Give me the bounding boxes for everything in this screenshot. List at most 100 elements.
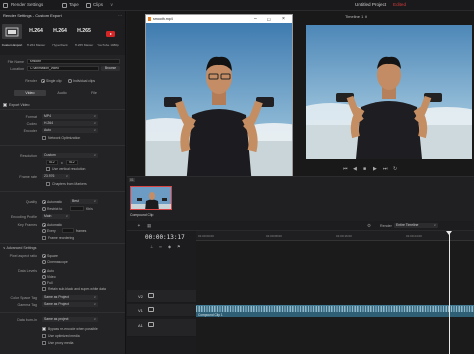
stop-icon[interactable]: ■ xyxy=(363,166,366,172)
preset-h265-master[interactable]: H.265 H.265 Master xyxy=(72,22,96,52)
render-settings-icon[interactable] xyxy=(3,3,8,8)
render-mode-label: Render xyxy=(25,79,37,83)
resolution-dropdown[interactable]: Custom xyxy=(42,153,98,158)
minimize-icon[interactable]: – xyxy=(254,16,257,22)
export-video-checkbox[interactable] xyxy=(3,103,7,107)
video-track-icon[interactable] xyxy=(148,307,154,312)
kbs-label: Kb/s xyxy=(86,207,93,211)
quality-label: Quality xyxy=(25,200,37,204)
prev-frame-icon[interactable]: ⏮ xyxy=(343,166,348,172)
program-monitor-image xyxy=(306,25,472,159)
location-field[interactable]: C:\animation_video xyxy=(27,66,99,71)
trim-icon[interactable]: ▦ xyxy=(147,223,151,229)
timeline-title[interactable]: Timeline 1 ∨ xyxy=(345,14,367,19)
timeline-clip[interactable]: Compound Clip 1 xyxy=(196,305,474,317)
flag-icon[interactable]: ⚑ xyxy=(177,244,181,249)
player-video[interactable] xyxy=(146,23,292,186)
level-full-radio[interactable] xyxy=(42,281,46,285)
render-range-dropdown[interactable]: Entire Timeline xyxy=(394,223,438,228)
timeline-body[interactable] xyxy=(196,241,474,354)
single-clip-radio[interactable] xyxy=(41,79,45,83)
resolution-height-field[interactable]: 512 xyxy=(66,160,78,165)
tab-tape[interactable]: Tape xyxy=(69,2,79,7)
preset-hyperdeck[interactable]: H.264 HyperDeck xyxy=(48,22,72,52)
quality-restrict-radio[interactable] xyxy=(42,207,46,211)
retain-sub-black-checkbox[interactable] xyxy=(42,287,46,291)
play-icon[interactable]: ▶ xyxy=(373,166,377,172)
key-frames-auto-label: Automatic xyxy=(47,223,63,227)
preset-label: Custom Export xyxy=(1,43,23,47)
project-title: Untitled Project xyxy=(355,2,387,7)
advanced-settings-header[interactable]: ∨ Advanced Settings xyxy=(3,246,36,250)
pixel-aspect-label: Pixel aspect ratio xyxy=(9,254,37,258)
preset-youtube[interactable]: YouTube 1080p xyxy=(96,22,120,52)
clips-icon[interactable] xyxy=(86,3,91,8)
pixel-cinemascope-radio[interactable] xyxy=(42,260,46,264)
bypass-reencode-checkbox[interactable] xyxy=(42,327,46,331)
vertical-resolution-checkbox[interactable] xyxy=(46,167,50,171)
frame-rate-dropdown[interactable]: 23.976 xyxy=(42,174,70,179)
chapters-checkbox[interactable] xyxy=(46,182,50,186)
gamma-dropdown[interactable]: Same as Project xyxy=(42,302,98,307)
ruler-tick: 01:00:16:00 xyxy=(336,234,352,238)
tab-audio[interactable]: Audio xyxy=(46,90,78,96)
track-header-v1[interactable]: V1 xyxy=(127,304,196,317)
clip-thumbnail[interactable] xyxy=(130,186,172,210)
data-burn-dropdown[interactable]: Same as project xyxy=(42,317,98,322)
network-optimization-checkbox[interactable] xyxy=(42,136,46,140)
marker-icon[interactable]: ◆ xyxy=(168,244,171,249)
snap-icon[interactable]: ⊥ xyxy=(150,244,153,249)
link-icon[interactable]: ∞ xyxy=(159,244,162,249)
data-burn-label: Data burn-in xyxy=(17,318,37,322)
clips-chevron-icon[interactable]: ∨ xyxy=(110,2,113,8)
track-header-v2[interactable]: V2 xyxy=(127,290,196,303)
video-track-icon[interactable] xyxy=(148,293,154,298)
track-header-a1[interactable]: A1 xyxy=(127,319,196,337)
key-frames-auto-radio[interactable] xyxy=(42,223,46,227)
frame-reordering-checkbox[interactable] xyxy=(42,236,46,240)
tab-file[interactable]: File xyxy=(78,90,110,96)
level-video-radio[interactable] xyxy=(42,275,46,279)
reverse-icon[interactable]: ◀ xyxy=(353,166,357,172)
resolution-label: Resolution xyxy=(20,154,37,158)
loop-icon[interactable]: ↻ xyxy=(393,166,397,172)
media-player-window[interactable]: smooth.mp4 – ☐ × xyxy=(145,14,293,196)
level-full-label: Full xyxy=(47,281,53,285)
level-auto-radio[interactable] xyxy=(42,269,46,273)
close-icon[interactable]: × xyxy=(282,16,285,22)
tab-video[interactable]: Video xyxy=(14,90,46,96)
resolution-width-field[interactable]: 512 xyxy=(46,160,58,165)
encoding-profile-dropdown[interactable]: Main xyxy=(42,214,70,219)
tab-clips[interactable]: Clips xyxy=(93,2,103,7)
maximize-icon[interactable]: ☐ xyxy=(267,17,271,22)
program-monitor[interactable] xyxy=(306,25,472,159)
next-frame-icon[interactable]: ⏭ xyxy=(383,166,388,172)
playhead[interactable] xyxy=(449,231,450,354)
quality-auto-radio[interactable] xyxy=(42,200,46,204)
quality-dropdown[interactable]: Best xyxy=(70,199,98,204)
file-name-field[interactable]: smooth xyxy=(27,59,120,64)
playhead-handle[interactable] xyxy=(446,231,452,235)
pixel-square-radio[interactable] xyxy=(42,254,46,258)
more-options-icon[interactable]: ⋯ xyxy=(118,13,122,18)
key-frames-field[interactable] xyxy=(62,228,74,233)
codec-dropdown[interactable]: H.264 xyxy=(42,121,98,126)
settings-icon[interactable]: ⚙ xyxy=(367,223,371,229)
restrict-value-field[interactable] xyxy=(70,206,84,211)
key-frames-every-radio[interactable] xyxy=(42,229,46,233)
timeline-ruler[interactable]: 01:00:00:00 01:00:08:00 01:00:16:00 01:0… xyxy=(196,231,474,241)
use-proxy-checkbox[interactable] xyxy=(42,341,46,345)
preset-custom-export[interactable]: Custom Export xyxy=(0,22,24,52)
player-video-image xyxy=(146,23,292,186)
preset-h264-master[interactable]: H.264 H.264 Master xyxy=(24,22,48,52)
browse-button[interactable]: Browse xyxy=(101,66,120,71)
individual-clips-radio[interactable] xyxy=(68,79,72,83)
encoder-dropdown[interactable]: Auto xyxy=(42,128,98,133)
color-space-dropdown[interactable]: Same as Project xyxy=(42,295,98,300)
tape-icon[interactable] xyxy=(62,3,67,8)
use-optimized-checkbox[interactable] xyxy=(42,334,46,338)
audio-track-icon[interactable] xyxy=(148,322,154,327)
tab-render-settings[interactable]: Render Settings xyxy=(11,2,43,7)
cursor-icon[interactable]: ✦ xyxy=(137,223,141,229)
format-dropdown[interactable]: MP4 xyxy=(42,114,98,119)
